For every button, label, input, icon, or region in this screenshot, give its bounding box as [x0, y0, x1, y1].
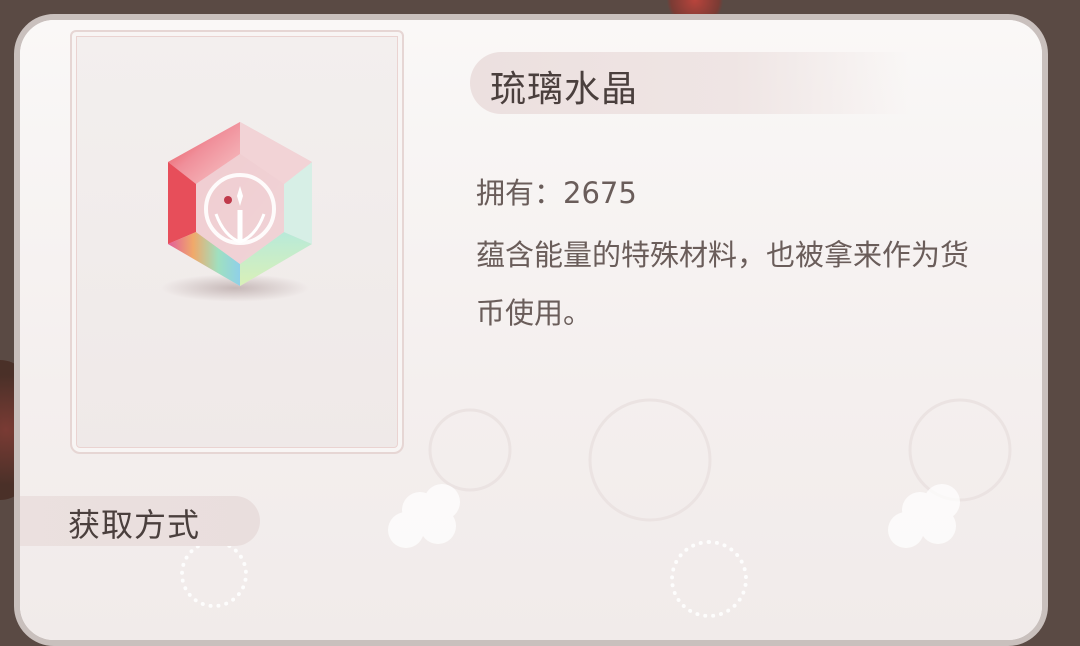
owned-count: 2675 [563, 176, 637, 210]
dotted-ring-decoration [180, 540, 248, 608]
item-name: 琉璃水晶 [490, 69, 639, 110]
dotted-ring-decoration [670, 540, 748, 618]
item-detail-panel: 琉璃水晶 拥有：2675 蕴含能量的特殊材料，也被拿来作为货币使用。 获取方式 [14, 14, 1048, 646]
owned-count-row: 拥有：2675 [476, 170, 637, 212]
item-description: 蕴含能量的特殊材料，也被拿来作为货币使用。 [476, 238, 970, 330]
crystal-image [150, 114, 330, 314]
acquisition-heading: 获取方式 [68, 506, 201, 544]
item-icon-card [70, 30, 404, 454]
owned-label: 拥有： [476, 176, 564, 210]
rainbow-crystal-icon [168, 122, 312, 286]
